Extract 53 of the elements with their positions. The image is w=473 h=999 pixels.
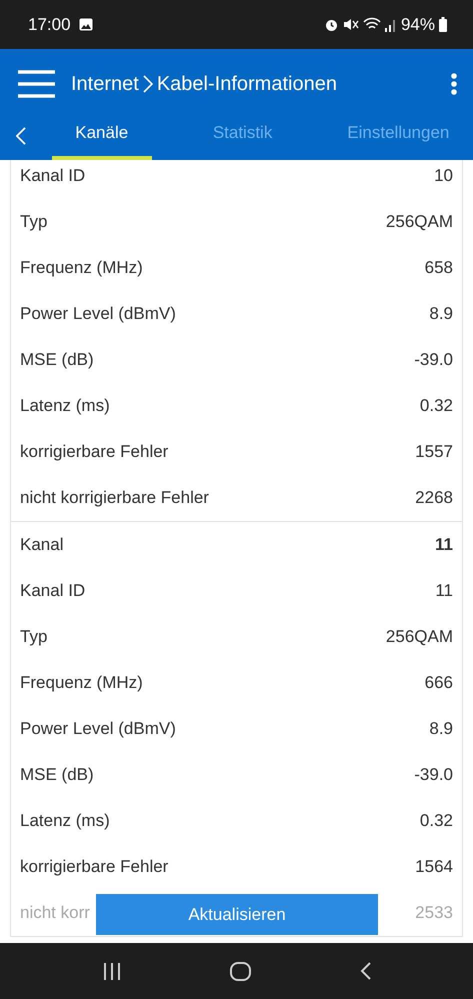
row-label: MSE (dB) bbox=[20, 764, 94, 786]
image-icon bbox=[78, 18, 93, 31]
signal-icon bbox=[384, 17, 397, 32]
row-label: MSE (dB) bbox=[20, 349, 94, 372]
menu-icon[interactable] bbox=[18, 70, 55, 98]
back-icon[interactable] bbox=[360, 962, 371, 980]
row-value: 11 bbox=[435, 534, 453, 556]
row-value: 2268 bbox=[415, 487, 453, 510]
battery-icon bbox=[439, 17, 447, 32]
tab[interactable]: Statistik bbox=[182, 118, 304, 160]
row-label: Kanal bbox=[20, 534, 64, 556]
breadcrumb-link[interactable]: Internet bbox=[71, 68, 139, 98]
row-value: -39.0 bbox=[414, 349, 453, 372]
row-label: korrigierbare Fehler bbox=[20, 441, 168, 464]
mute-icon bbox=[342, 17, 359, 32]
row-label: nicht korr bbox=[20, 902, 90, 924]
row-label: Latenz (ms) bbox=[20, 810, 110, 832]
row-label: Frequenz (MHz) bbox=[20, 257, 143, 280]
row-value: -39.0 bbox=[414, 764, 453, 786]
row-value: 8.9 bbox=[429, 718, 453, 740]
row-label: korrigierbare Fehler bbox=[20, 856, 168, 878]
row-label: Typ bbox=[20, 626, 48, 648]
row-label: Typ bbox=[20, 211, 48, 234]
row-value: 11 bbox=[435, 580, 453, 602]
row-value: 256QAM bbox=[386, 626, 453, 648]
row-value: 0.32 bbox=[420, 395, 453, 418]
row-value: 1557 bbox=[415, 441, 453, 464]
clock-time: 17:00 bbox=[28, 14, 71, 36]
recent-apps-icon[interactable] bbox=[102, 962, 122, 980]
tab[interactable]: Einstellungen bbox=[324, 118, 473, 160]
page-title: Kabel-Informationen bbox=[156, 72, 337, 96]
row-label: Power Level (dBmV) bbox=[20, 718, 176, 740]
row-value: 658 bbox=[424, 257, 453, 280]
row-value: 8.9 bbox=[429, 303, 453, 326]
row-label: Power Level (dBmV) bbox=[20, 303, 176, 326]
refresh-button[interactable]: Aktualisieren bbox=[96, 894, 378, 935]
row-value: 666 bbox=[424, 672, 453, 694]
row-label: Kanal ID bbox=[20, 165, 86, 188]
row-label: Latenz (ms) bbox=[20, 395, 110, 418]
battery-percent: 94% bbox=[400, 14, 435, 36]
row-value: 256QAM bbox=[386, 211, 453, 234]
row-value: 2533 bbox=[415, 902, 453, 924]
row-value: 1564 bbox=[415, 856, 453, 878]
chevron-right-icon bbox=[142, 74, 153, 92]
row-label: Kanal ID bbox=[20, 580, 86, 602]
row-value: 10 bbox=[434, 165, 453, 188]
row-label: Frequenz (MHz) bbox=[20, 672, 143, 694]
more-options-icon[interactable] bbox=[451, 72, 457, 94]
home-icon[interactable] bbox=[230, 962, 252, 980]
alarm-icon bbox=[324, 17, 339, 32]
row-value: 0.32 bbox=[420, 810, 453, 832]
tab[interactable]: Kanäle bbox=[52, 118, 152, 160]
row-label: nicht korrigierbare Fehler bbox=[20, 487, 209, 510]
